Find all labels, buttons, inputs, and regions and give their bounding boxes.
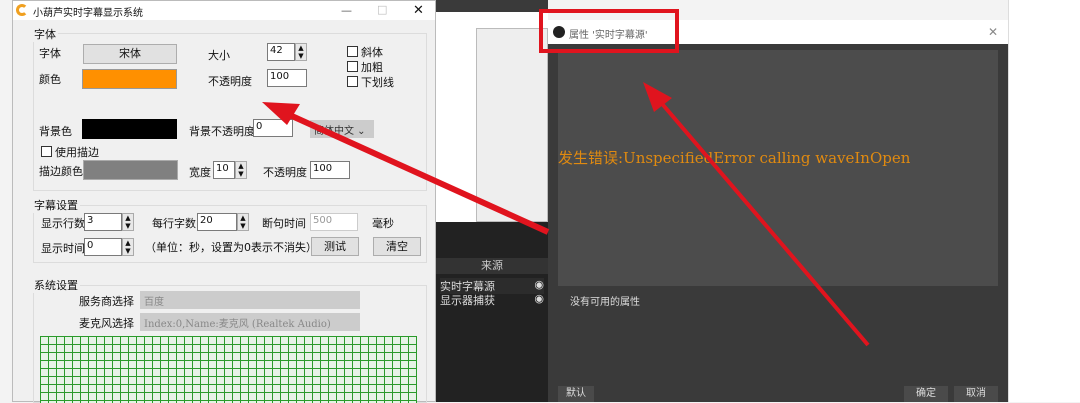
arrow-head	[262, 102, 300, 125]
annotation-arrow	[270, 104, 550, 235]
annotation-overlay	[262, 9, 870, 347]
highlight-box	[539, 9, 679, 53]
annotation-arrow	[650, 90, 870, 347]
